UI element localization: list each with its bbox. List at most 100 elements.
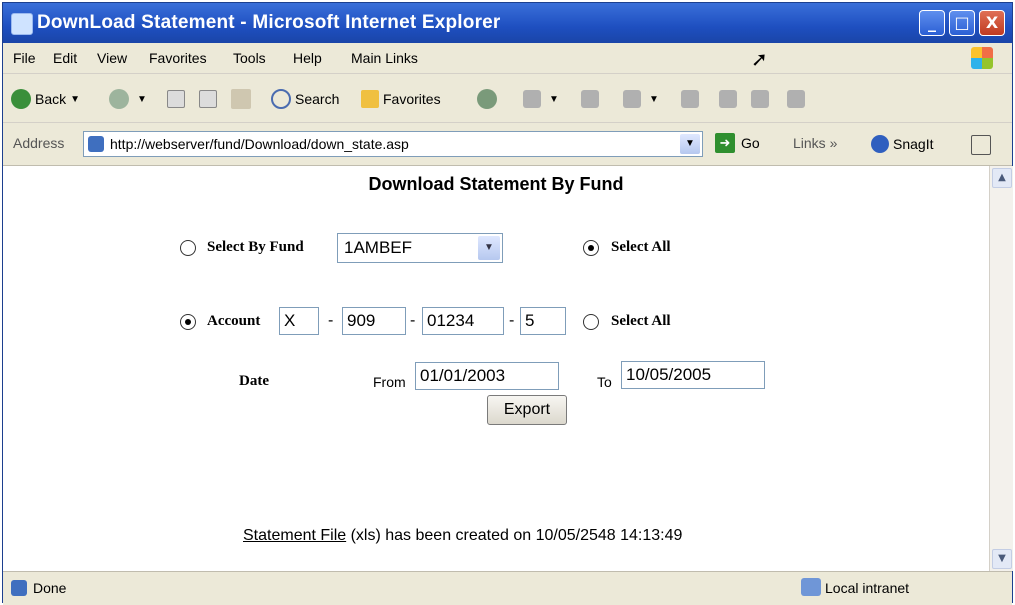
messenger-icon	[751, 90, 769, 108]
status-text: Done	[33, 580, 67, 596]
links-button[interactable]: Links »	[793, 135, 837, 151]
discuss-button[interactable]	[681, 87, 703, 111]
status-bar: Done Local intranet	[3, 571, 1012, 605]
vertical-scrollbar[interactable]: ▲ ▼	[989, 166, 1013, 571]
close-button[interactable]: X	[979, 10, 1005, 36]
snagit-icon	[871, 135, 889, 153]
date-to-label: To	[597, 374, 612, 390]
account-select-all-label: Select All	[611, 313, 671, 329]
favorites-label: Favorites	[383, 91, 441, 107]
menu-edit[interactable]: Edit	[53, 50, 77, 66]
address-label: Address	[13, 135, 65, 151]
account-part-3-input[interactable]	[422, 307, 504, 335]
snagit-label: SnagIt	[893, 136, 934, 152]
select-by-fund-label: Select By Fund	[207, 239, 304, 255]
fund-select-value: 1AMBEF	[344, 238, 413, 257]
status-message-text: (xls) has been created on 10/05/2548 14:…	[346, 527, 683, 544]
fund-select-all-radio[interactable]	[583, 240, 599, 256]
export-button[interactable]: Export	[487, 395, 567, 425]
account-radio[interactable]	[180, 314, 196, 330]
menu-favorites[interactable]: Favorites	[149, 50, 207, 66]
research-icon	[719, 90, 737, 108]
stop-icon	[167, 90, 185, 108]
history-icon	[477, 89, 497, 109]
title-bar: DownLoad Statement - Microsoft Internet …	[3, 3, 1012, 43]
chevron-down-icon[interactable]: ▼	[478, 236, 500, 260]
account-part-2-input[interactable]	[342, 307, 406, 335]
favorites-button[interactable]: Favorites	[361, 87, 441, 111]
search-button[interactable]: Search	[271, 87, 339, 111]
chevron-down-icon[interactable]: ▼	[70, 94, 80, 105]
address-url[interactable]: http://webserver/fund/Download/down_stat…	[110, 136, 409, 152]
chevron-down-icon[interactable]: ▼	[649, 94, 659, 105]
windows-logo-icon	[971, 47, 993, 69]
minimize-button[interactable]: _	[919, 10, 945, 36]
date-from-label: From	[373, 374, 406, 390]
refresh-button[interactable]	[199, 87, 221, 111]
account-part-1-input[interactable]	[279, 307, 319, 335]
back-label: Back	[35, 91, 67, 107]
discuss-icon	[681, 90, 699, 108]
forward-button[interactable]: ▼	[109, 87, 147, 111]
star-icon	[361, 90, 379, 108]
double-chevron-icon: »	[829, 135, 838, 151]
date-from-input[interactable]	[415, 362, 559, 390]
intranet-icon	[801, 578, 821, 596]
search-label: Search	[295, 91, 340, 107]
history-button[interactable]	[477, 87, 501, 111]
stop-button[interactable]	[167, 87, 189, 111]
go-arrow-icon: ➜	[715, 133, 735, 153]
fund-select-all-label: Select All	[611, 239, 671, 255]
browser-window: DownLoad Statement - Microsoft Internet …	[2, 2, 1013, 605]
messenger-button[interactable]	[751, 87, 773, 111]
maximize-button[interactable]: □	[949, 10, 975, 36]
page-icon	[88, 136, 104, 152]
account-select-all-radio[interactable]	[583, 314, 599, 330]
back-icon	[11, 89, 31, 109]
back-button[interactable]: Back ▼	[11, 87, 80, 111]
print-icon	[581, 90, 599, 108]
extra-button[interactable]	[787, 87, 809, 111]
go-button[interactable]: ➜ Go	[715, 133, 760, 153]
research-button[interactable]	[719, 87, 741, 111]
mail-icon	[523, 90, 541, 108]
menu-main-links[interactable]: Main Links	[351, 50, 418, 66]
menu-tools[interactable]: Tools	[233, 50, 266, 66]
select-by-fund-radio[interactable]	[180, 240, 196, 256]
links-label: Links	[793, 135, 826, 151]
search-icon	[271, 89, 291, 109]
chevron-down-icon[interactable]: ▼	[137, 94, 147, 105]
snagit-button[interactable]: SnagIt	[871, 135, 933, 153]
edit-button[interactable]: ▼	[623, 87, 659, 111]
status-message: Statement File (xls) has been created on…	[243, 527, 682, 545]
extra-icon	[787, 90, 805, 108]
menu-help[interactable]: Help	[293, 50, 322, 66]
account-separator: -	[328, 312, 334, 329]
chevron-down-icon[interactable]: ▼	[680, 134, 700, 154]
window-title: DownLoad Statement - Microsoft Internet …	[37, 12, 501, 33]
chevron-down-icon[interactable]: ▼	[549, 94, 559, 105]
menu-file[interactable]: File	[13, 50, 36, 66]
snagit-capture-icon[interactable]	[971, 135, 991, 155]
go-label: Go	[741, 135, 760, 151]
address-input[interactable]: http://webserver/fund/Download/down_stat…	[83, 131, 703, 157]
statement-file-link[interactable]: Statement File	[243, 527, 346, 544]
home-icon	[231, 89, 251, 109]
forward-icon	[109, 89, 129, 109]
home-button[interactable]	[231, 87, 255, 111]
edit-icon	[623, 90, 641, 108]
menu-bar: File Edit View Favorites Tools Help Main…	[3, 43, 1012, 74]
print-button[interactable]	[581, 87, 603, 111]
scroll-down-icon[interactable]: ▼	[992, 549, 1012, 569]
mail-button[interactable]: ▼	[523, 87, 559, 111]
toolbar: Back ▼ ▼ Search Favorites ▼ ▼	[3, 74, 1012, 123]
menu-view[interactable]: View	[97, 50, 127, 66]
fund-select[interactable]: 1AMBEF ▼	[337, 233, 503, 263]
scroll-up-icon[interactable]: ▲	[992, 168, 1012, 188]
mouse-pointer-icon: ➚	[751, 49, 768, 71]
date-label: Date	[239, 373, 269, 389]
date-to-input[interactable]	[621, 361, 765, 389]
page-done-icon	[11, 580, 27, 596]
security-zone-label: Local intranet	[825, 580, 910, 596]
account-part-4-input[interactable]	[520, 307, 566, 335]
